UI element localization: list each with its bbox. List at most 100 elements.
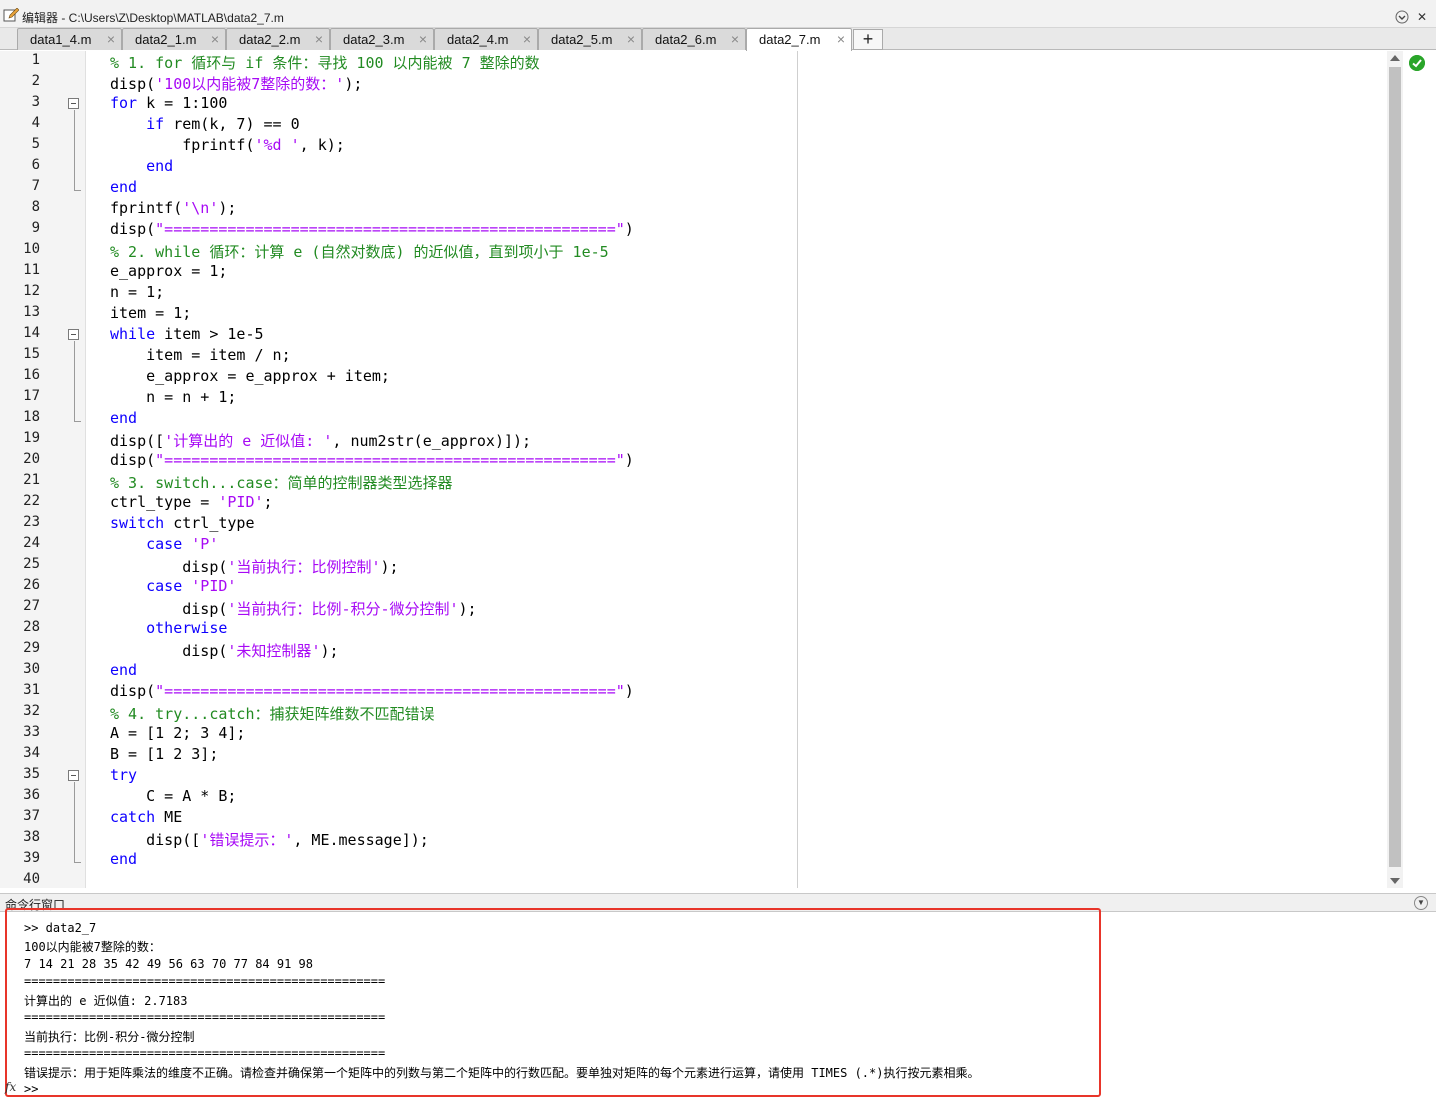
code-line[interactable]: disp("==================================…: [110, 451, 634, 469]
code-line[interactable]: n = 1;: [110, 283, 164, 301]
line-number: 35: [23, 766, 40, 782]
code-line[interactable]: disp('当前执行：比例控制');: [110, 556, 398, 577]
code-keyword: for: [110, 94, 138, 112]
code-line[interactable]: disp(['计算出的 e 近似值: ', num2str(e_approx)]…: [110, 430, 531, 451]
code-line[interactable]: item = 1;: [110, 304, 191, 322]
code-line[interactable]: n = n + 1;: [110, 388, 236, 406]
code-line[interactable]: e_approx = e_approx + item;: [110, 367, 390, 385]
window-title: 编辑器 - C:\Users\Z\Desktop\MATLAB\data2_7.…: [22, 11, 284, 25]
tab-close-icon[interactable]: ×: [107, 31, 115, 47]
chevron-down-icon[interactable]: ▼: [1414, 896, 1428, 910]
tab-data2-5[interactable]: data2_5.m ×: [538, 28, 642, 50]
code-line[interactable]: fprintf('%d ', k);: [110, 136, 345, 154]
command-prompt[interactable]: >>: [24, 1082, 38, 1096]
tab-data2-2[interactable]: data2_2.m ×: [226, 28, 330, 50]
code-line[interactable]: A = [1 2; 3 4];: [110, 724, 245, 742]
code-line[interactable]: switch ctrl_type: [110, 514, 255, 532]
code-line[interactable]: end: [110, 178, 137, 196]
code-line[interactable]: item = item / n;: [110, 346, 291, 364]
scroll-up-icon[interactable]: [1390, 55, 1400, 61]
tab-close-icon[interactable]: ×: [419, 31, 427, 47]
tab-label: data2_5.m: [551, 32, 613, 47]
code-line[interactable]: % 3. switch...case：简单的控制器类型选择器: [110, 472, 453, 493]
code-line[interactable]: end: [110, 157, 173, 175]
code-text: item > 1e-5: [155, 325, 264, 343]
code-editor[interactable]: 1 2 3 4 5 6 7 8 9 10 11 12 13 14 15 16 17 18 19 20 21 22 23 24 2…: [0, 51, 1436, 888]
code-text: disp(: [110, 558, 228, 576]
code-fold-toggle[interactable]: [68, 329, 79, 340]
tab-close-icon[interactable]: ×: [731, 31, 739, 47]
output-line: 计算出的 e 近似值: 2.7183: [24, 994, 188, 1008]
code-line[interactable]: % 1. for 循环与 if 条件：寻找 100 以内能被 7 整除的数: [110, 52, 540, 73]
code-text: disp(: [110, 600, 228, 618]
tab-close-icon[interactable]: ×: [315, 31, 323, 47]
tab-data2-3[interactable]: data2_3.m ×: [330, 28, 434, 50]
tab-label: data1_4.m: [30, 32, 92, 47]
code-line[interactable]: % 4. try...catch：捕获矩阵维数不匹配错误: [110, 703, 435, 724]
tab-close-icon[interactable]: ×: [523, 31, 531, 47]
code-line[interactable]: disp("==================================…: [110, 682, 634, 700]
check-icon[interactable]: [1409, 55, 1425, 71]
code-line[interactable]: catch ME: [110, 808, 182, 826]
line-number: 20: [23, 451, 40, 467]
tab-close-icon[interactable]: ×: [211, 31, 219, 47]
code-keyword: catch: [110, 808, 156, 826]
code-fold-toggle[interactable]: [68, 770, 79, 781]
code-line[interactable]: try: [110, 766, 137, 784]
code-line[interactable]: end: [110, 850, 137, 868]
scrollbar-thumb[interactable]: [1389, 67, 1401, 867]
add-tab-button[interactable]: +: [853, 29, 883, 50]
code-fold-toggle[interactable]: [68, 98, 79, 109]
code-line[interactable]: C = A * B;: [110, 787, 236, 805]
code-text: );: [344, 75, 363, 93]
code-line[interactable]: % 2. while 循环：计算 e (自然对数底) 的近似值，直到项小于 1e…: [110, 241, 609, 262]
code-line[interactable]: while item > 1e-5: [110, 325, 264, 343]
line-number: 10: [23, 241, 40, 257]
tab-data2-7[interactable]: data2_7.m ×: [746, 28, 852, 51]
tab-close-icon[interactable]: ×: [837, 31, 845, 47]
code-line[interactable]: case 'P': [110, 535, 218, 553]
code-line[interactable]: ctrl_type = 'PID';: [110, 493, 273, 511]
code-line[interactable]: disp('未知控制器');: [110, 640, 338, 661]
line-number: 18: [23, 409, 40, 425]
chevron-down-icon[interactable]: [1395, 10, 1409, 24]
code-line[interactable]: B = [1 2 3];: [110, 745, 218, 763]
code-text: disp(: [110, 220, 156, 238]
fold-guide-line: [74, 341, 75, 421]
code-line[interactable]: for k = 1:100: [110, 94, 227, 112]
line-number: 8: [31, 199, 40, 215]
code-line[interactable]: disp(['错误提示：', ME.message]);: [110, 829, 429, 850]
tab-close-icon[interactable]: ×: [627, 31, 635, 47]
command-window[interactable]: >> data2_7 100以内能被7整除的数： 7 14 21 28 35 4…: [0, 908, 1436, 1115]
editor-vertical-scrollbar[interactable]: [1387, 51, 1403, 888]
code-line[interactable]: disp("==================================…: [110, 220, 634, 238]
line-number: 33: [23, 724, 40, 740]
output-line: 错误提示：用于矩阵乘法的维度不正确。请检查并确保第一个矩阵中的列数与第二个矩阵中…: [24, 1066, 980, 1080]
code-line[interactable]: otherwise: [110, 619, 227, 637]
line-number: 27: [23, 598, 40, 614]
code-text: ;: [263, 493, 273, 511]
code-line[interactable]: case 'PID': [110, 577, 236, 595]
tab-data2-1[interactable]: data2_1.m ×: [122, 28, 226, 50]
tab-data2-6[interactable]: data2_6.m ×: [642, 28, 746, 50]
code-text: , k);: [299, 136, 345, 154]
code-line[interactable]: e_approx = 1;: [110, 262, 227, 280]
close-icon[interactable]: ✕: [1415, 10, 1429, 24]
scroll-down-icon[interactable]: [1390, 878, 1400, 884]
fx-icon[interactable]: fx: [5, 1080, 16, 1094]
tab-data1-4[interactable]: data1_4.m ×: [17, 28, 122, 50]
code-line[interactable]: end: [110, 661, 137, 679]
code-line[interactable]: disp('100以内能被7整除的数：');: [110, 73, 362, 94]
code-line[interactable]: if rem(k, 7) == 0: [110, 115, 300, 133]
code-line[interactable]: fprintf('\n');: [110, 199, 236, 217]
code-line[interactable]: disp('当前执行：比例-积分-微分控制');: [110, 598, 476, 619]
tab-label: data2_4.m: [447, 32, 509, 47]
code-string: "=======================================…: [155, 220, 625, 238]
code-line[interactable]: end: [110, 409, 137, 427]
code-keyword: end: [110, 178, 138, 196]
tab-data2-4[interactable]: data2_4.m ×: [434, 28, 538, 50]
code-keyword: while: [110, 325, 156, 343]
code-text: rem(k, 7) == 0: [164, 115, 300, 133]
